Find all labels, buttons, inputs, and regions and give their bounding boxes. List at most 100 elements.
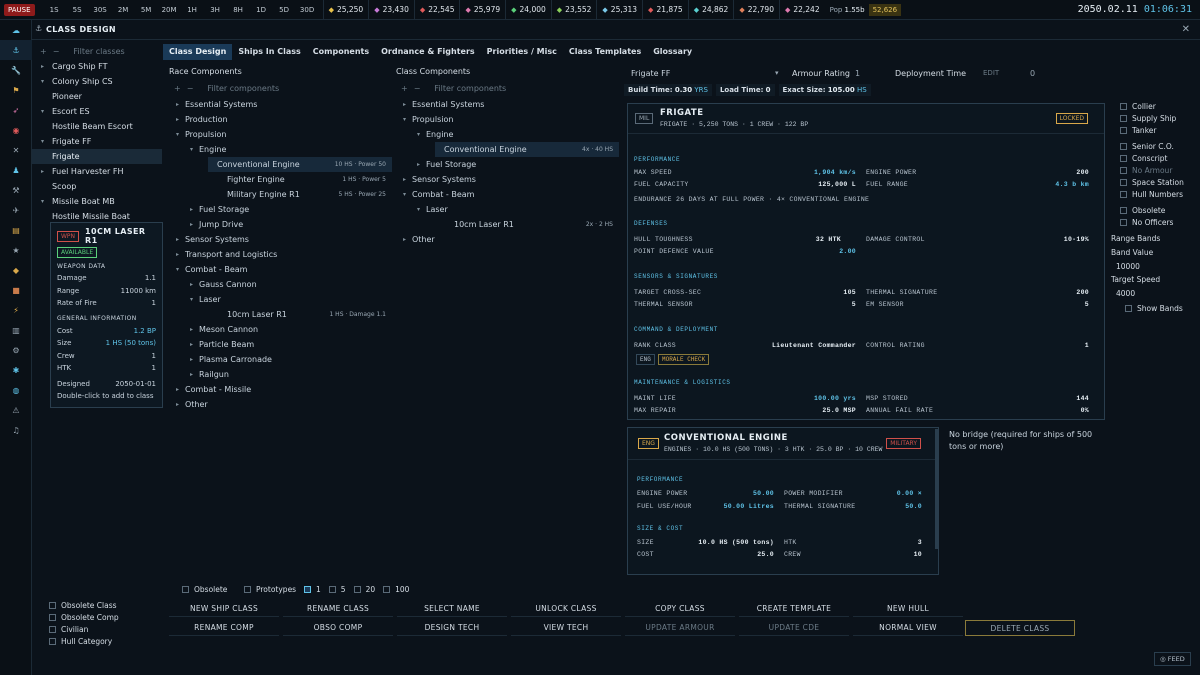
add-icon[interactable]: + [401, 84, 408, 93]
design-tech-button[interactable]: DESIGN TECH [397, 620, 507, 636]
deployment-edit[interactable]: EDIT [983, 69, 999, 77]
remove-icon[interactable]: − [187, 84, 194, 93]
time-step-button[interactable]: 2M [112, 6, 135, 14]
class-list-item[interactable]: Hostile Beam Escort [32, 119, 162, 134]
option-checkbox[interactable]: Obsolete [1120, 204, 1200, 216]
close-icon[interactable]: ✕ [1182, 24, 1190, 35]
count-radio[interactable]: 100 [383, 583, 409, 595]
tree-item[interactable]: ▸ Gauss Cannon [170, 277, 392, 292]
tab-ordnance-fighters[interactable]: Ordnance & Fighters [375, 44, 481, 60]
remove-icon[interactable]: − [414, 84, 421, 93]
remove-icon[interactable]: − [53, 47, 60, 56]
tab-class-design[interactable]: Class Design [163, 44, 233, 60]
class-filter-input[interactable]: Filter classes [73, 47, 124, 56]
wrench-icon[interactable]: 🔧 [0, 60, 32, 80]
time-step-button[interactable]: 5S [66, 6, 89, 14]
obso-comp-button[interactable]: OBSO COMP [283, 620, 393, 636]
satellite-icon[interactable]: ✈ [0, 200, 32, 220]
option-checkbox[interactable]: No Armour [1120, 164, 1200, 176]
tree-item[interactable]: Conventional Engine 10 HS · Power 50 [208, 157, 392, 172]
option-checkbox[interactable]: Hull Numbers [1120, 188, 1200, 200]
class-list-item[interactable]: Frigate [32, 149, 162, 164]
star-icon[interactable]: ★ [0, 240, 32, 260]
time-step-button[interactable]: 5D [273, 6, 296, 14]
person-icon[interactable]: ♟ [0, 160, 32, 180]
class-list-item[interactable]: Pioneer [32, 89, 162, 104]
tree-item[interactable]: ▸ Railgun [170, 367, 392, 382]
tree-item[interactable]: ▸ Meson Cannon [170, 322, 392, 337]
obsolete-checkbox[interactable]: Obsolete [182, 583, 227, 595]
tree-item[interactable]: ▸ Sensor Systems [397, 172, 619, 187]
class-list-item[interactable]: ▸ Fuel Harvester FH [32, 164, 162, 179]
count-radio[interactable]: 20 [353, 583, 375, 595]
option-checkbox[interactable]: No Officers [1120, 216, 1200, 228]
time-step-button[interactable]: 1H [181, 6, 204, 14]
class-list-item[interactable]: ▾ Escort ES [32, 104, 162, 119]
tree-item[interactable]: ▸ Other [397, 232, 619, 247]
tree-item[interactable]: ▸ Jump Drive [170, 217, 392, 232]
tree-item[interactable]: ▾ Engine [170, 142, 392, 157]
locked-badge[interactable]: LOCKED [1055, 113, 1088, 124]
gear-icon[interactable]: ✱ [0, 360, 32, 380]
pause-button[interactable]: PAUSE [4, 3, 35, 16]
tree-item[interactable]: ▸ Essential Systems [170, 97, 392, 112]
count-radio[interactable]: 1 [304, 583, 321, 595]
time-step-button[interactable]: 20M [158, 6, 181, 14]
anchor-icon[interactable]: ⚓ [0, 40, 32, 60]
copy-class-button[interactable]: COPY CLASS [625, 601, 735, 617]
add-icon[interactable]: + [174, 84, 181, 93]
tree-item[interactable]: ▸ Fuel Storage [170, 202, 392, 217]
tab-components[interactable]: Components [307, 44, 375, 60]
tree-item[interactable]: ▸ Essential Systems [397, 97, 619, 112]
option-checkbox[interactable]: Tanker [1120, 124, 1200, 136]
option-checkbox[interactable]: Collier [1120, 100, 1200, 112]
tree-item[interactable]: ▾ Combat - Beam [397, 187, 619, 202]
unlock-class-button[interactable]: UNLOCK CLASS [511, 601, 621, 617]
time-step-button[interactable]: 1D [250, 6, 273, 14]
feed-button[interactable]: ◎ FEED [1154, 652, 1191, 666]
new-hull-button[interactable]: NEW HULL [853, 601, 963, 617]
target-icon[interactable]: ◉ [0, 120, 32, 140]
tab-class-templates[interactable]: Class Templates [563, 44, 647, 60]
globe-icon[interactable]: ◍ [0, 380, 32, 400]
filter-checkbox[interactable]: Obsolete Comp [49, 611, 119, 623]
music-icon[interactable]: ♫ [0, 420, 32, 440]
option-checkbox[interactable]: Supply Ship [1120, 112, 1200, 124]
cloud-icon[interactable]: ☁ [0, 20, 32, 40]
filter-checkbox[interactable]: Civilian [49, 623, 119, 635]
class-list-item[interactable]: ▾ Colony Ship CS [32, 74, 162, 89]
rename-comp-button[interactable]: RENAME COMP [169, 620, 279, 636]
update-cde-button[interactable]: UPDATE CDE [739, 620, 849, 636]
tools-icon[interactable]: ⚙ [0, 340, 32, 360]
tree-item[interactable]: ▸ Production [170, 112, 392, 127]
tree-item[interactable]: ▾ Propulsion [170, 127, 392, 142]
pickaxe-icon[interactable]: ⚒ [0, 180, 32, 200]
tree-item[interactable]: 10cm Laser R1 2x · 2 HS [397, 217, 619, 232]
tag-icon[interactable]: ◆ [0, 260, 32, 280]
rename-class-button[interactable]: RENAME CLASS [283, 601, 393, 617]
tab-glossary[interactable]: Glossary [647, 44, 698, 60]
tree-item[interactable]: ▾ Combat - Beam [170, 262, 392, 277]
warning-icon[interactable]: ⚠ [0, 400, 32, 420]
prototypes-checkbox[interactable]: Prototypes [244, 583, 296, 595]
scrollbar[interactable] [935, 429, 938, 549]
option-checkbox[interactable]: Senior C.O. [1120, 140, 1200, 152]
class-list-item[interactable]: ▾ Frigate FF [32, 134, 162, 149]
new-ship-class-button[interactable]: NEW SHIP CLASS [169, 601, 279, 617]
normal-view-button[interactable]: NORMAL VIEW [853, 620, 963, 636]
armour-value[interactable]: 1 [855, 69, 860, 78]
chevron-down-icon[interactable]: ▾ [775, 69, 779, 77]
time-step-button[interactable]: 8H [227, 6, 250, 14]
option-checkbox[interactable]: Conscript [1120, 152, 1200, 164]
tree-item[interactable]: ▸ Particle Beam [170, 337, 392, 352]
bolt-icon[interactable]: ⚡ [0, 300, 32, 320]
tab-priorities-misc[interactable]: Priorities / Misc [481, 44, 563, 60]
select-name-button[interactable]: SELECT NAME [397, 601, 507, 617]
time-step-button[interactable]: 1S [43, 6, 66, 14]
time-step-button[interactable]: 30D [296, 6, 319, 14]
count-radio[interactable]: 5 [328, 583, 346, 595]
band-value-input[interactable]: 10000 [1111, 262, 1200, 275]
option-checkbox[interactable]: Space Station [1120, 176, 1200, 188]
tree-item[interactable]: ▾ Engine [397, 127, 619, 142]
flag-icon[interactable]: ⚑ [0, 80, 32, 100]
